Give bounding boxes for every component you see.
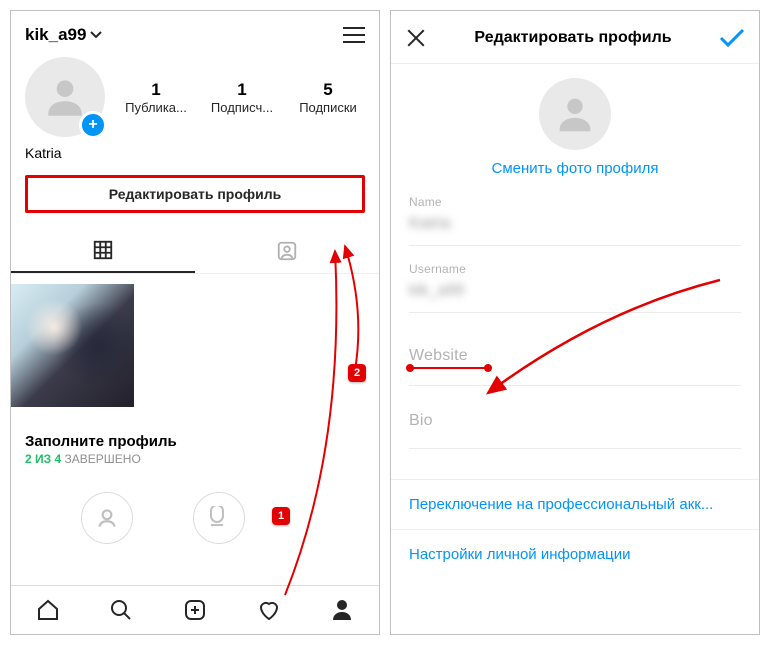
field-label: Name xyxy=(409,195,741,209)
username-text: kik_a99 xyxy=(25,25,86,45)
field-value: Katria xyxy=(409,209,741,235)
field-name[interactable]: Name Katria xyxy=(391,183,759,250)
personal-info-link[interactable]: Настройки личной информации xyxy=(391,529,759,579)
stats-row: + 1 Публика... 1 Подписч... 5 Подписки xyxy=(11,51,379,137)
chevron-down-icon xyxy=(90,31,102,39)
home-icon xyxy=(36,598,60,622)
grid-icon xyxy=(92,239,114,261)
menu-icon[interactable] xyxy=(343,27,365,43)
suggestion-bio-icon[interactable] xyxy=(193,492,245,544)
username-switcher[interactable]: kik_a99 xyxy=(25,25,102,45)
stat-followers[interactable]: 1 Подписч... xyxy=(207,80,277,115)
annotation-badge-2: 2 xyxy=(348,364,366,382)
nav-search[interactable] xyxy=(85,586,159,634)
add-post-icon xyxy=(183,598,207,622)
profile-avatar[interactable]: + xyxy=(25,57,105,137)
confirm-icon[interactable] xyxy=(719,28,745,48)
field-label: Username xyxy=(409,262,741,276)
stat-label: Подписки xyxy=(299,100,357,115)
add-story-badge[interactable]: + xyxy=(79,111,107,139)
edit-title: Редактировать профиль xyxy=(474,29,671,47)
stat-following[interactable]: 5 Подписки xyxy=(293,80,363,115)
progress-rest: ЗАВЕРШЕНО xyxy=(65,452,141,466)
progress-done: 2 ИЗ 4 xyxy=(25,452,61,466)
display-name: Katria xyxy=(11,137,379,161)
field-label: Bio xyxy=(409,412,741,430)
profile-header: kik_a99 xyxy=(11,11,379,51)
annotation-underline xyxy=(409,367,489,369)
annotation-arrow-2 xyxy=(335,240,385,380)
stat-label: Публика... xyxy=(125,100,187,115)
annotation-badge-1: 1 xyxy=(272,507,290,525)
change-photo-link[interactable]: Сменить фото профиля xyxy=(492,150,659,177)
stat-number: 5 xyxy=(323,80,332,100)
nav-home[interactable] xyxy=(11,586,85,634)
stats: 1 Публика... 1 Подписч... 5 Подписки xyxy=(105,80,371,115)
avatar-placeholder-icon[interactable] xyxy=(539,78,611,150)
stat-posts[interactable]: 1 Публика... xyxy=(121,80,191,115)
search-icon xyxy=(109,598,133,622)
switch-professional-link[interactable]: Переключение на профессиональный акк... xyxy=(391,479,759,529)
post-thumbnail[interactable] xyxy=(11,284,134,407)
stat-number: 1 xyxy=(237,80,246,100)
edit-header: Редактировать профиль xyxy=(391,11,759,64)
stat-number: 1 xyxy=(151,80,160,100)
suggestion-avatar-icon[interactable] xyxy=(81,492,133,544)
close-icon[interactable] xyxy=(405,27,427,49)
stat-label: Подписч... xyxy=(211,100,273,115)
tab-grid[interactable] xyxy=(11,229,195,273)
nav-add[interactable] xyxy=(158,586,232,634)
edit-avatar-section: Сменить фото профиля xyxy=(391,64,759,183)
edit-profile-button[interactable]: Редактировать профиль xyxy=(25,175,365,213)
annotation-arrow-3 xyxy=(480,275,730,405)
